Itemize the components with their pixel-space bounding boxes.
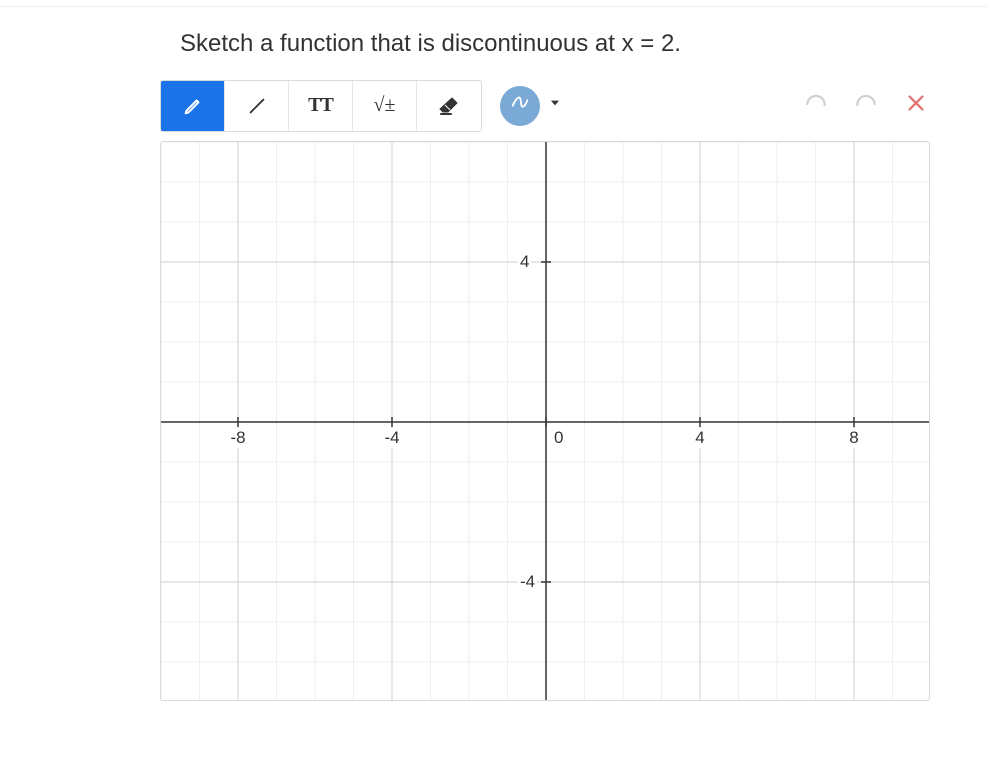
x-axis-tick-label: -8 <box>228 428 247 448</box>
line-tool-button[interactable] <box>225 81 289 131</box>
eraser-tool-button[interactable] <box>417 81 481 131</box>
right-tools <box>802 92 930 120</box>
color-picker-wrap <box>500 86 562 126</box>
x-axis-tick-label: -4 <box>382 428 401 448</box>
grid-svg <box>161 142 930 701</box>
scribble-icon <box>509 92 531 119</box>
redo-button[interactable] <box>852 92 880 120</box>
toolbar: TT √± <box>160 78 930 133</box>
line-icon <box>246 95 268 117</box>
graph-canvas[interactable]: -8 -4 0 4 8 -4 4 <box>160 141 930 701</box>
pen-tool-button[interactable] <box>161 81 225 131</box>
close-icon <box>905 92 927 119</box>
undo-button[interactable] <box>802 92 830 120</box>
redo-icon <box>853 90 879 121</box>
x-axis-tick-label: 0 <box>552 428 565 448</box>
text-tool-button[interactable]: TT <box>289 81 353 131</box>
tool-group: TT √± <box>160 80 482 132</box>
prompt-text: Sketch a function that is discontinuous … <box>180 30 930 58</box>
y-axis-tick-label: -4 <box>518 572 537 592</box>
math-tool-button[interactable]: √± <box>353 81 417 131</box>
color-dropdown-caret[interactable] <box>548 96 562 115</box>
editor-container: Sketch a function that is discontinuous … <box>160 20 930 701</box>
pen-icon <box>182 95 204 117</box>
y-axis-tick-label: 4 <box>518 252 531 272</box>
top-divider <box>0 6 987 7</box>
x-axis-tick-label: 8 <box>847 428 860 448</box>
x-axis-tick-label: 4 <box>693 428 706 448</box>
math-icon: √± <box>374 94 396 117</box>
clear-button[interactable] <box>902 92 930 120</box>
color-picker-button[interactable] <box>500 86 540 126</box>
undo-icon <box>803 90 829 121</box>
eraser-icon <box>437 94 461 118</box>
text-icon: TT <box>308 94 333 117</box>
